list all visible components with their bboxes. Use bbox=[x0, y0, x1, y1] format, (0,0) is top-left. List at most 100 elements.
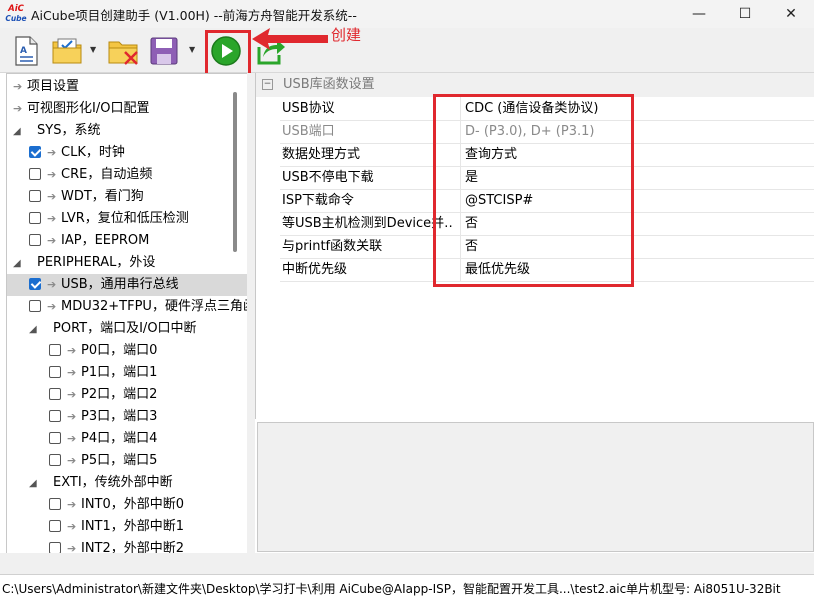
title-bar: AiC Cube AiCube项目创建助手 (V1.00H) --前海方舟智能开… bbox=[0, 0, 814, 28]
new-document-button[interactable]: A bbox=[8, 33, 44, 69]
property-name: 等USB主机检测到Device并… bbox=[282, 216, 452, 231]
tree-arrow-icon: ➔ bbox=[67, 520, 77, 533]
tree-item-label: PORT，端口及I/O口中断 bbox=[53, 321, 197, 336]
svg-text:A: A bbox=[20, 46, 27, 56]
tree-item-checkbox[interactable] bbox=[49, 498, 61, 510]
tree-item-label: IAP，EEPROM bbox=[61, 233, 150, 248]
status-project-path: C:\Users\Administrator\新建文件夹\Desktop\学习打… bbox=[2, 582, 627, 596]
tree-item[interactable]: ➔ P0口，端口0 bbox=[7, 340, 247, 362]
property-name: 数据处理方式 bbox=[282, 147, 361, 162]
tree-item-checkbox[interactable] bbox=[29, 278, 41, 290]
tree-arrow-icon: ➔ bbox=[67, 388, 77, 401]
expand-icon[interactable]: ◢ bbox=[13, 121, 25, 143]
tree-arrow-icon: ➔ bbox=[67, 432, 77, 445]
open-project-button[interactable] bbox=[50, 33, 86, 69]
panel-splitter[interactable] bbox=[247, 73, 255, 553]
tree-item-label: P0口，端口0 bbox=[81, 343, 158, 358]
collapse-icon[interactable]: − bbox=[262, 79, 273, 90]
close-project-button[interactable] bbox=[106, 33, 142, 69]
tree-arrow-icon: ➔ bbox=[47, 146, 57, 159]
save-button[interactable] bbox=[146, 33, 182, 69]
tree-item[interactable]: ➔ CRE，自动追频 bbox=[7, 164, 247, 186]
tree-item[interactable]: ◢ PORT，端口及I/O口中断 bbox=[7, 318, 247, 341]
tree-arrow-icon: ➔ bbox=[47, 190, 57, 203]
maximize-button[interactable]: ☐ bbox=[722, 0, 768, 28]
tree-item-checkbox[interactable] bbox=[49, 410, 61, 422]
tree-item[interactable]: ➔ P1口，端口1 bbox=[7, 362, 247, 384]
tree-item-checkbox[interactable] bbox=[29, 168, 41, 180]
tree-item-checkbox[interactable] bbox=[49, 388, 61, 400]
property-name: ISP下载命令 bbox=[282, 193, 354, 208]
property-name: 与printf函数关联 bbox=[282, 239, 383, 254]
tree-item-checkbox[interactable] bbox=[49, 454, 61, 466]
tree-item[interactable]: ◢ SYS，系统 bbox=[7, 120, 243, 142]
tree-item[interactable]: ➔ P4口，端口4 bbox=[7, 428, 247, 450]
expand-icon[interactable]: ◢ bbox=[13, 253, 25, 275]
tree-item-label: PERIPHERAL，外设 bbox=[37, 255, 156, 270]
annotation-create-label: 创建 bbox=[331, 26, 362, 44]
config-tree[interactable]: ➔ 项目设置 ➔ 可视图形化I/O口配置 ◢ SYS，系统 ➔ CLK，时钟 ➔ CRE，自动追频… bbox=[6, 73, 248, 555]
tree-item[interactable]: ➔ MDU32+TFPU，硬件浮点三角函数 bbox=[7, 296, 247, 318]
tree-item[interactable]: ➔ LVR，复位和低压检测 bbox=[7, 208, 247, 230]
property-name: 中断优先级 bbox=[282, 262, 348, 277]
property-name: USB端口 bbox=[282, 124, 335, 139]
tree-item-label: 可视图形化I/O口配置 bbox=[27, 101, 150, 116]
maximize-icon: ☐ bbox=[738, 6, 752, 22]
tree-item-label: P2口，端口2 bbox=[81, 387, 158, 402]
tree-item[interactable]: ➔ INT1，外部中断1 bbox=[7, 516, 247, 538]
minimize-button[interactable]: — bbox=[676, 0, 722, 28]
tree-arrow-icon: ➔ bbox=[67, 454, 77, 467]
tree-item-checkbox[interactable] bbox=[29, 300, 41, 312]
property-name: USB协议 bbox=[282, 101, 335, 116]
close-button[interactable]: ✕ bbox=[768, 0, 814, 28]
tree-item-checkbox[interactable] bbox=[49, 520, 61, 532]
tree-item[interactable]: ➔ 项目设置 bbox=[7, 76, 243, 98]
tree-arrow-icon: ➔ bbox=[47, 278, 57, 291]
tree-item[interactable]: ◢ EXTI，传统外部中断 bbox=[7, 472, 247, 495]
tree-item[interactable]: ◢ PERIPHERAL，外设 bbox=[7, 252, 243, 274]
tree-item-checkbox[interactable] bbox=[29, 234, 41, 246]
tree-arrow-icon: ➔ bbox=[13, 80, 23, 93]
tree-item[interactable]: ➔ CLK，时钟 bbox=[7, 142, 247, 164]
tree-arrow-icon: ➔ bbox=[47, 300, 57, 313]
property-category-label: USB库函数设置 bbox=[283, 77, 375, 92]
tree-item-label: EXTI，传统外部中断 bbox=[53, 475, 173, 490]
tree-item[interactable]: ➔ 可视图形化I/O口配置 bbox=[7, 98, 243, 120]
tree-arrow-icon: ➔ bbox=[67, 498, 77, 511]
tree-item-checkbox[interactable] bbox=[29, 212, 41, 224]
tree-item[interactable]: ➔ USB，通用串行总线 bbox=[7, 274, 247, 296]
expand-icon[interactable]: ◢ bbox=[29, 473, 41, 495]
save-dropdown-icon[interactable]: ▼ bbox=[189, 45, 195, 54]
expand-icon[interactable]: ◢ bbox=[29, 319, 41, 341]
status-chip-model: 单片机型号: Ai8051U-32Bit bbox=[626, 582, 781, 596]
tree-item-checkbox[interactable] bbox=[29, 190, 41, 202]
tree-item-label: CRE，自动追频 bbox=[61, 167, 153, 182]
tree-item-label: CLK，时钟 bbox=[61, 145, 125, 160]
tree-arrow-icon: ➔ bbox=[47, 168, 57, 181]
bottom-area bbox=[0, 553, 814, 574]
tree-item-checkbox[interactable] bbox=[49, 366, 61, 378]
open-dropdown-icon[interactable]: ▼ bbox=[90, 45, 96, 54]
tree-item-label: P3口，端口3 bbox=[81, 409, 158, 424]
tree-item-label: INT1，外部中断1 bbox=[81, 519, 185, 534]
tree-item[interactable]: ➔ INT0，外部中断0 bbox=[7, 494, 247, 516]
minimize-icon: — bbox=[692, 6, 706, 22]
window-title: AiCube项目创建助手 (V1.00H) --前海方舟智能开发系统-- bbox=[31, 8, 357, 23]
tree-item[interactable]: ➔ P5口，端口5 bbox=[7, 450, 247, 472]
tree-item[interactable]: ➔ WDT，看门狗 bbox=[7, 186, 247, 208]
tree-arrow-icon: ➔ bbox=[67, 410, 77, 423]
tree-vertical-scrollbar[interactable] bbox=[233, 92, 237, 252]
tree-item[interactable]: ➔ IAP，EEPROM bbox=[7, 230, 247, 252]
tree-item-label: SYS，系统 bbox=[37, 123, 101, 138]
app-logo: AiC Cube bbox=[5, 2, 27, 24]
tree-item-checkbox[interactable] bbox=[29, 146, 41, 158]
tree-item-checkbox[interactable] bbox=[49, 344, 61, 356]
tree-item[interactable]: ➔ P2口，端口2 bbox=[7, 384, 247, 406]
highlight-values-box bbox=[433, 94, 634, 287]
svg-text:Cube: Cube bbox=[5, 14, 26, 23]
tree-item-checkbox[interactable] bbox=[49, 432, 61, 444]
close-icon: ✕ bbox=[785, 6, 797, 22]
tree-arrow-icon: ➔ bbox=[13, 102, 23, 115]
tree-item-label: INT0，外部中断0 bbox=[81, 497, 185, 512]
tree-item[interactable]: ➔ P3口，端口3 bbox=[7, 406, 247, 428]
